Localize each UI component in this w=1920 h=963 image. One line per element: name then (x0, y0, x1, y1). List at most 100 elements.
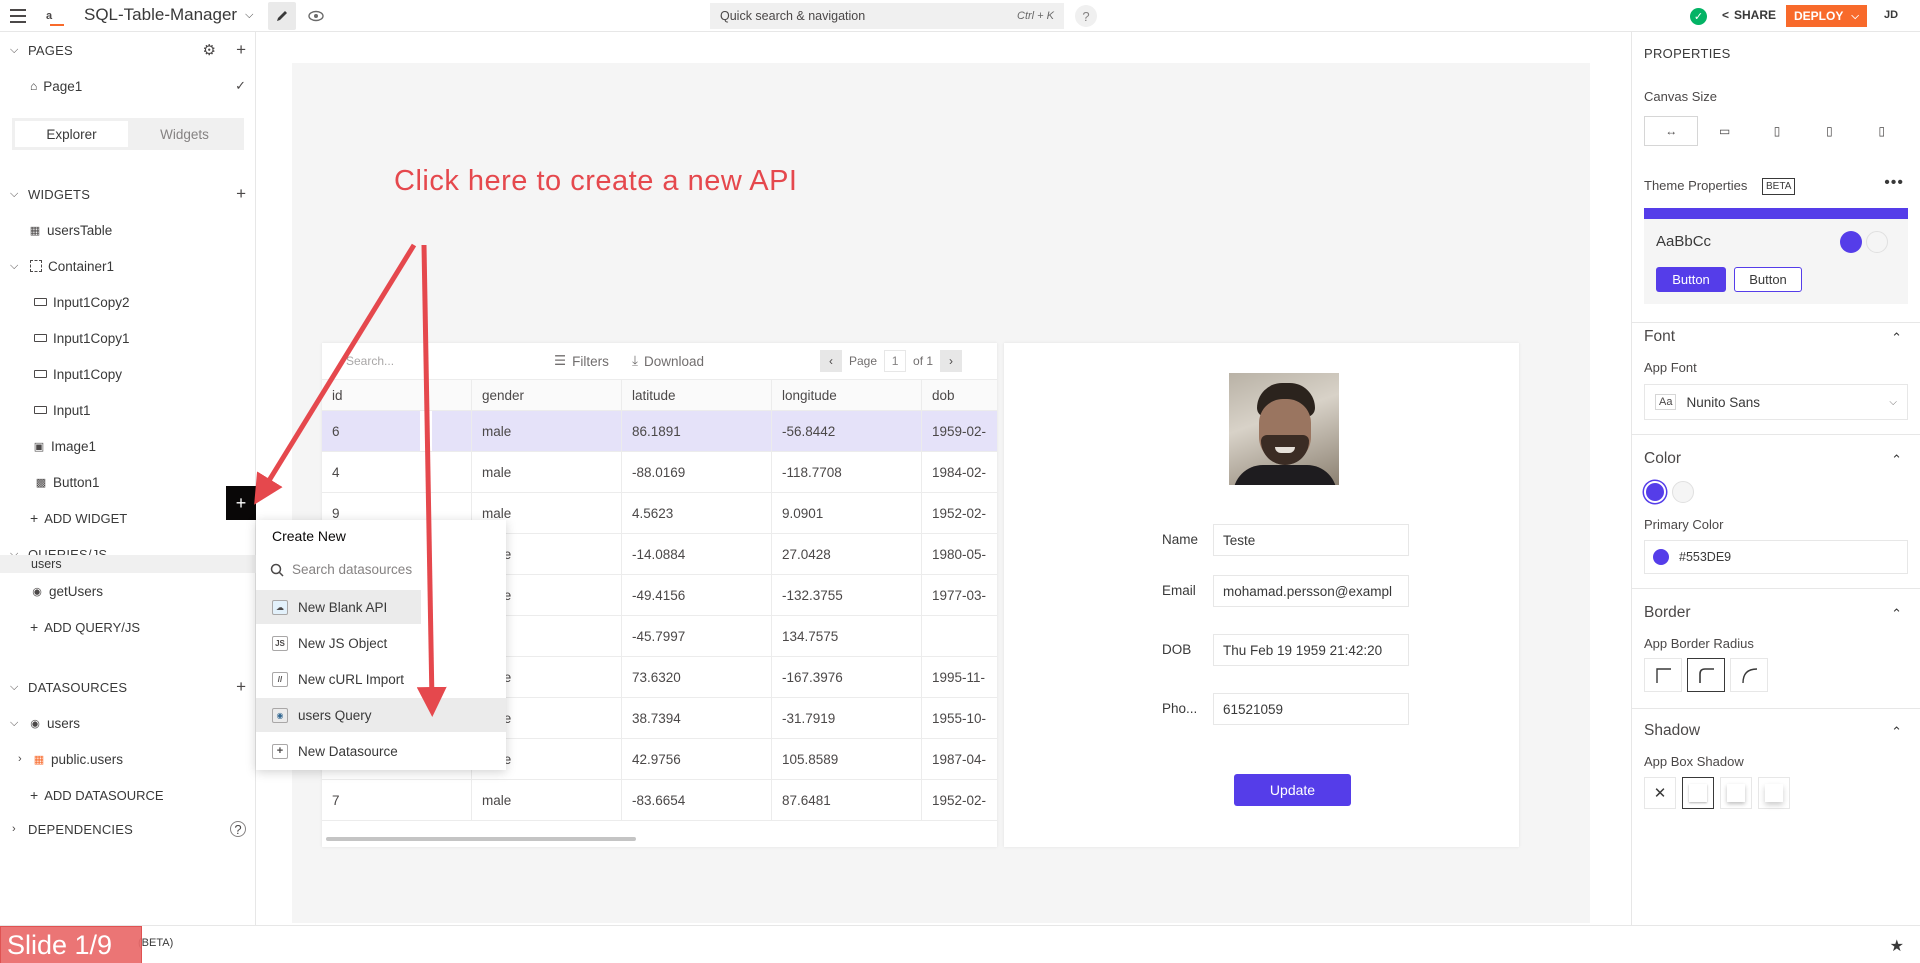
column-header-latitude[interactable]: latitude (622, 380, 772, 410)
table-row-selected[interactable]: 6 male 86.1891 -56.8442 1959-02- (322, 411, 997, 452)
column-header-dob[interactable]: dob (922, 380, 997, 410)
query-item-getusers[interactable]: ◉ getUsers (0, 573, 256, 609)
app-name[interactable]: SQL-Table-Manager ⌵ (84, 5, 253, 25)
cell-longitude[interactable]: -31.7919 (772, 698, 922, 738)
cell-latitude[interactable]: 4.5623 (622, 493, 772, 533)
column-header-id[interactable]: id (322, 380, 472, 410)
pages-section-header[interactable]: ⌵ PAGES ⚙ + (0, 32, 256, 68)
menu-icon[interactable] (8, 6, 28, 26)
cell-dob[interactable]: 1977-03- (922, 575, 997, 615)
user-avatar[interactable]: JD (1884, 9, 1898, 21)
desktop-icon[interactable]: ▭ (1698, 116, 1750, 146)
cell-dob[interactable]: 1959-02- (922, 411, 997, 451)
table-row[interactable]: 7 male -83.6654 87.6481 1952-02- (322, 780, 997, 821)
column-header-longitude[interactable]: longitude (772, 380, 922, 410)
name-input[interactable]: Teste (1213, 524, 1409, 556)
cell-latitude[interactable]: -83.6654 (622, 780, 772, 820)
widget-item-button1[interactable]: ▩ Button1 (0, 464, 256, 500)
tablet-landscape-icon[interactable]: ▯ (1751, 116, 1803, 146)
queries-group-users[interactable]: users (0, 555, 256, 573)
horizontal-scrollbar[interactable] (326, 837, 636, 841)
cell-latitude[interactable]: 73.6320 (622, 657, 772, 697)
add-datasource-link[interactable]: + ADD DATASOURCE (0, 777, 256, 813)
cell-latitude[interactable]: 38.7394 (622, 698, 772, 738)
cell-id[interactable]: 4 (322, 452, 472, 492)
gear-icon[interactable]: ⚙ (203, 41, 216, 59)
add-page-icon[interactable]: + (236, 40, 246, 60)
chevron-up-icon[interactable]: ⌃ (1891, 330, 1902, 346)
close-icon[interactable]: ✕ (1644, 777, 1676, 809)
edit-mode-button[interactable] (268, 2, 296, 30)
bug-icon[interactable]: ★ (1890, 936, 1904, 956)
cell-gender[interactable]: male (472, 411, 622, 451)
table-search-input[interactable]: Search... (346, 354, 394, 368)
quick-search-input[interactable]: Quick search & navigation Ctrl + K (710, 3, 1064, 29)
app-font-select[interactable]: Aa Nunito Sans ⌵ (1644, 384, 1908, 420)
cell-gender[interactable]: male (472, 452, 622, 492)
cell-latitude[interactable]: -88.0169 (622, 452, 772, 492)
cell-latitude[interactable]: -49.4156 (622, 575, 772, 615)
background-color-swatch[interactable] (1672, 481, 1694, 503)
menu-item-new-blank-api[interactable]: ☁ New Blank API (256, 590, 421, 624)
primary-color-input[interactable]: #553DE9 (1644, 540, 1908, 574)
add-widget-icon[interactable]: + (236, 184, 246, 204)
column-header-gender[interactable]: gender (472, 380, 622, 410)
help-icon[interactable]: ? (1075, 5, 1097, 27)
widget-item-input1copy1[interactable]: Input1Copy1 (0, 320, 256, 356)
widget-item-input1copy2[interactable]: Input1Copy2 (0, 284, 256, 320)
more-options-icon[interactable]: ••• (1884, 174, 1904, 192)
cell-longitude[interactable]: 105.8589 (772, 739, 922, 779)
menu-item-new-datasource[interactable]: + New Datasource (256, 734, 506, 768)
phone-input[interactable]: 61521059 (1213, 693, 1409, 725)
email-input[interactable]: mohamad.persson@exampl (1213, 575, 1409, 607)
cell-latitude[interactable]: 86.1891 (622, 411, 772, 451)
tablet-icon[interactable]: ▯ (1803, 116, 1855, 146)
view-mode-button[interactable] (302, 2, 330, 30)
widgets-section-header[interactable]: ⌵ WIDGETS + (0, 176, 256, 212)
add-query-link[interactable]: + ADD QUERY/JS (0, 609, 256, 645)
prev-page-button[interactable]: ‹ (820, 350, 842, 372)
cell-dob[interactable]: 1952-02- (922, 780, 997, 820)
page-number-input[interactable]: 1 (884, 350, 907, 372)
cell-longitude[interactable]: -167.3976 (772, 657, 922, 697)
widget-item-userstable[interactable]: ▦ usersTable (0, 212, 256, 248)
widget-item-container1[interactable]: ⌵ Container1 (0, 248, 256, 284)
cell-longitude[interactable]: 27.0428 (772, 534, 922, 574)
cell-dob[interactable]: 1955-10- (922, 698, 997, 738)
cell-dob[interactable]: 1987-04- (922, 739, 997, 779)
widget-item-input1copy[interactable]: Input1Copy (0, 356, 256, 392)
fluid-width-icon[interactable]: ↔ (1644, 116, 1699, 146)
datasource-search-input[interactable]: Search datasources (270, 562, 412, 577)
mobile-icon[interactable]: ▯ (1856, 116, 1908, 146)
app-logo[interactable]: a (46, 7, 66, 26)
next-page-button[interactable]: › (940, 350, 963, 372)
cell-longitude[interactable]: -56.8442 (772, 411, 922, 451)
share-button[interactable]: < SHARE (1722, 8, 1776, 22)
filters-button[interactable]: ☰ Filters (554, 353, 609, 369)
radius-medium-option[interactable] (1687, 658, 1725, 692)
datasources-section-header[interactable]: ⌵ DATASOURCES + (0, 669, 256, 705)
deploy-button[interactable]: DEPLOY ⌵ (1786, 5, 1867, 27)
datasource-item-users[interactable]: ⌵ ◉ users (0, 705, 256, 741)
widget-item-input1[interactable]: Input1 (0, 392, 256, 428)
chevron-up-icon[interactable]: ⌃ (1891, 606, 1902, 622)
shadow-medium-option[interactable] (1720, 777, 1752, 809)
cell-longitude[interactable]: -118.7708 (772, 452, 922, 492)
cell-longitude[interactable]: 87.6481 (772, 780, 922, 820)
update-button[interactable]: Update (1234, 774, 1351, 806)
widget-item-image1[interactable]: ▣ Image1 (0, 428, 256, 464)
cell-dob[interactable]: 1952-02- (922, 493, 997, 533)
cell-longitude[interactable]: -132.3755 (772, 575, 922, 615)
cell-id[interactable]: 6 (322, 411, 472, 451)
cell-dob[interactable]: 1984-02- (922, 452, 997, 492)
tab-explorer[interactable]: Explorer (15, 121, 128, 147)
cell-id[interactable]: 7 (322, 780, 472, 820)
radius-none-option[interactable] (1644, 658, 1682, 692)
dependencies-section-header[interactable]: › DEPENDENCIES ? (0, 811, 256, 847)
tab-widgets[interactable]: Widgets (128, 121, 241, 147)
page-item-page1[interactable]: ⌂ Page1 ✓ (0, 68, 256, 104)
menu-item-new-js-object[interactable]: JS New JS Object (256, 626, 506, 660)
menu-item-users-query[interactable]: ◉ users Query (256, 698, 506, 732)
cell-latitude[interactable]: -14.0884 (622, 534, 772, 574)
radius-large-option[interactable] (1730, 658, 1768, 692)
